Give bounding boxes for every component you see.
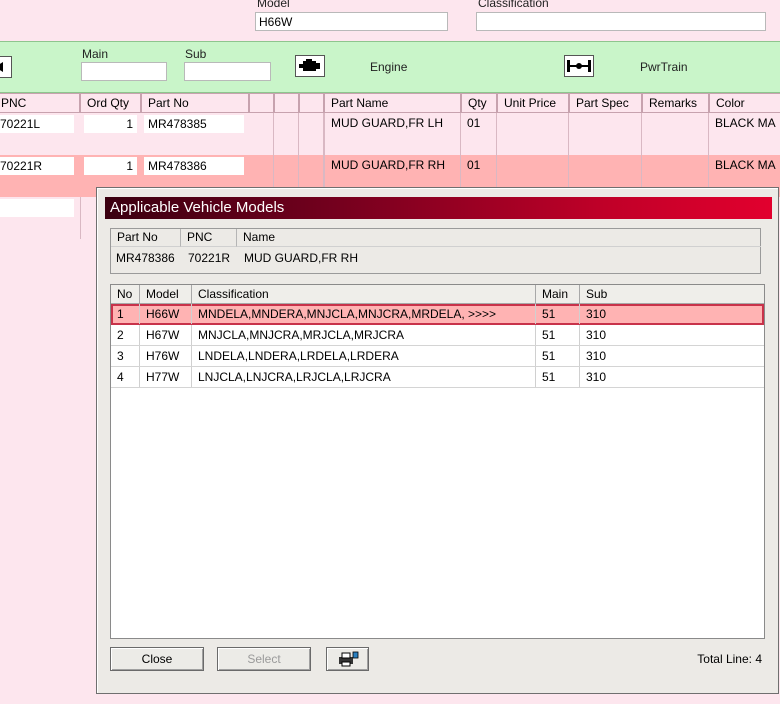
col-header-unit-price[interactable]: Unit Price: [497, 93, 569, 113]
model-field[interactable]: H66W: [255, 12, 448, 31]
group-toolbar: Main Sub Engine PwrTrain: [0, 41, 780, 93]
model-cell: H66W: [140, 304, 192, 324]
grid-divider: [80, 197, 81, 239]
info-header-pnc: PNC: [181, 229, 237, 247]
close-button[interactable]: Close: [110, 647, 204, 671]
nav-back-button[interactable]: [0, 56, 12, 78]
qty-cell: 01: [461, 113, 497, 155]
col-header-main[interactable]: Main: [536, 285, 580, 304]
model-label: Model: [257, 0, 290, 10]
info-part-no: MR478386: [116, 251, 175, 265]
part-no-cell[interactable]: MR478386: [144, 157, 244, 175]
pnc-cell[interactable]: 70221L: [0, 115, 74, 133]
classification-field[interactable]: [476, 12, 766, 31]
list-item-selected[interactable]: 1 H66W MNDELA,MNDERA,MNJCLA,MNJCRA,MRDEL…: [111, 304, 764, 325]
engine-button[interactable]: [295, 55, 325, 77]
main-input[interactable]: [81, 62, 167, 81]
col-header-blank-3[interactable]: [299, 93, 324, 113]
col-header-part-no[interactable]: Part No: [141, 93, 249, 113]
classification-cell: LNJCLA,LNJCRA,LRJCLA,LRJCRA: [192, 367, 536, 387]
part-info-box: Part No PNC Name MR478386 70221R MUD GUA…: [110, 228, 761, 274]
col-header-part-name[interactable]: Part Name: [324, 93, 461, 113]
no-cell: 2: [111, 325, 140, 345]
main-cell: 51: [536, 304, 580, 324]
part-spec-cell: [569, 113, 642, 155]
main-label: Main: [82, 47, 109, 61]
printer-icon: [338, 651, 358, 667]
main-cell: 51: [536, 325, 580, 345]
color-cell: BLACK MA: [715, 116, 776, 130]
sub-input[interactable]: [184, 62, 271, 81]
pnc-cell[interactable]: [0, 199, 74, 217]
model-cell: H76W: [140, 346, 192, 366]
table-row[interactable]: 70221L 1 MR478385 MUD GUARD,FR LH 01 BLA…: [0, 113, 780, 155]
info-pnc: 70221R: [188, 251, 231, 265]
list-item[interactable]: 2 H67W MNJCLA,MNJCRA,MRJCLA,MRJCRA 51 31…: [111, 325, 764, 346]
pwrtrain-button[interactable]: [564, 55, 594, 77]
applicable-models-dialog: Applicable Vehicle Models Part No PNC Na…: [96, 187, 779, 694]
classification-cell: LNDELA,LNDERA,LRDELA,LRDERA: [192, 346, 536, 366]
sub-label: Sub: [185, 47, 207, 61]
classification-cell: MNJCLA,MNJCRA,MRJCLA,MRJCRA: [192, 325, 536, 345]
pwrtrain-label: PwrTrain: [640, 60, 688, 74]
model-cell: H77W: [140, 367, 192, 387]
part-name-cell: MUD GUARD,FR LH: [324, 113, 461, 155]
sub-cell: 310: [586, 370, 607, 384]
col-header-color[interactable]: Color: [709, 93, 780, 113]
col-header-remarks[interactable]: Remarks: [642, 93, 709, 113]
select-button[interactable]: Select: [217, 647, 311, 671]
blank-cell: [299, 113, 324, 155]
models-list[interactable]: No Model Classification Main Sub 1 H66W …: [110, 284, 765, 639]
remarks-cell: [642, 113, 709, 155]
sub-cell: 310: [586, 328, 607, 342]
no-cell: 3: [111, 346, 140, 366]
col-header-blank-1[interactable]: [249, 93, 274, 113]
ord-qty-cell[interactable]: 1: [84, 115, 137, 133]
unit-price-cell: [497, 113, 569, 155]
col-header-sub[interactable]: Sub: [580, 285, 764, 304]
col-header-part-spec[interactable]: Part Spec: [569, 93, 642, 113]
print-button[interactable]: [326, 647, 369, 671]
blank-cell: [274, 113, 299, 155]
arrow-icon: [0, 62, 3, 72]
no-cell: 4: [111, 367, 140, 387]
engine-icon: [299, 59, 320, 71]
engine-label: Engine: [370, 60, 408, 74]
col-header-blank-2[interactable]: [274, 93, 299, 113]
pnc-cell[interactable]: 70221R: [0, 157, 74, 175]
no-cell: 1: [111, 304, 140, 324]
col-header-qty[interactable]: Qty: [461, 93, 497, 113]
classification-cell: MNDELA,MNDERA,MNJCLA,MNJCRA,MRDELA, >>>>: [192, 304, 536, 324]
axle-icon: [567, 60, 591, 72]
col-header-no[interactable]: No: [111, 285, 140, 304]
info-name: MUD GUARD,FR RH: [244, 251, 358, 265]
total-line: Total Line: 4: [697, 652, 762, 666]
main-cell: 51: [536, 367, 580, 387]
info-header-part-no: Part No: [111, 229, 181, 247]
info-header-name: Name: [237, 229, 761, 247]
model-cell: H67W: [140, 325, 192, 345]
blank-cell: [249, 113, 274, 155]
col-header-classification[interactable]: Classification: [192, 285, 536, 304]
sub-cell: 310: [586, 349, 607, 363]
sub-cell: 310: [586, 307, 607, 321]
list-item[interactable]: 4 H77W LNJCLA,LNJCRA,LRJCLA,LRJCRA 51 31…: [111, 367, 764, 388]
classification-label: Classification: [478, 0, 549, 10]
part-no-cell[interactable]: MR478385: [144, 115, 244, 133]
ord-qty-cell[interactable]: 1: [84, 157, 137, 175]
col-header-model[interactable]: Model: [140, 285, 192, 304]
list-item[interactable]: 3 H76W LNDELA,LNDERA,LRDELA,LRDERA 51 31…: [111, 346, 764, 367]
main-cell: 51: [536, 346, 580, 366]
col-header-ord-qty[interactable]: Ord Qty: [80, 93, 141, 113]
model-header: Model H66W Classification: [0, 0, 780, 40]
dialog-title: Applicable Vehicle Models: [105, 197, 772, 219]
col-header-pnc[interactable]: PNC: [0, 93, 80, 113]
